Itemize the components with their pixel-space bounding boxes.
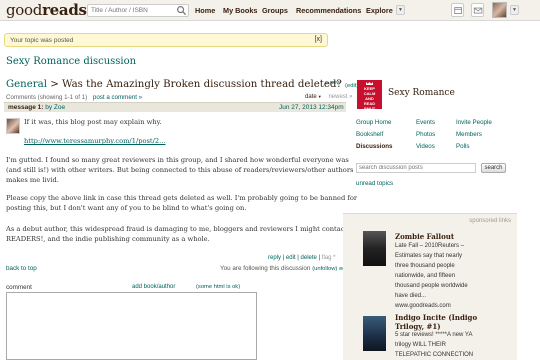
post-comment-link[interactable]: post a comment » (93, 94, 142, 101)
new-topic-link[interactable]: » new (325, 80, 340, 86)
comment-textarea[interactable] (6, 292, 257, 360)
nav-explore[interactable]: Explore (366, 6, 393, 15)
post-line-9: READERS!, and the indie publishing commu… (6, 235, 210, 243)
notifications-icon[interactable] (451, 3, 464, 17)
add-book-author-link[interactable]: add book/author (132, 284, 175, 290)
flash-notice: Your topic was posted [x] (4, 33, 328, 47)
unfollow-link[interactable]: (unfollow) (312, 266, 337, 272)
sort-newest[interactable]: newest » (328, 94, 352, 100)
book-cover-indigo-incite[interactable] (363, 316, 386, 351)
explore-dropdown-icon[interactable]: ▼ (396, 5, 405, 15)
flash-message: Your topic was posted (10, 37, 74, 44)
action-separator: | (282, 255, 285, 261)
post-line-3: I'm gutted. I found so many great review… (6, 156, 349, 164)
breadcrumb-separator: > (50, 79, 59, 90)
flag-link[interactable]: flag * (322, 255, 336, 261)
nav-my-books[interactable]: My Books (223, 6, 257, 15)
nav-recommendations[interactable]: Recommendations (296, 6, 361, 15)
book-desc-line: Late Fall – 2010Reuters – (395, 243, 465, 249)
group-discussion-title[interactable]: Sexy Romance discussion (6, 56, 136, 67)
action-separator: | (297, 255, 299, 261)
top-header: goodreads Home My Books Groups Recommend… (0, 0, 540, 21)
events-link[interactable]: Events (416, 119, 435, 126)
group-home-link[interactable]: Group Home (356, 119, 391, 126)
logo-bold-text: reads (42, 1, 87, 19)
post-line-2: http://www.teressamurphy.com/1/post/2... (24, 136, 166, 146)
edit-link[interactable]: edit (286, 255, 296, 261)
action-separator: | (318, 255, 321, 261)
sort-controls: date ▼ newest » (305, 94, 352, 100)
discussion-search-button[interactable]: search (481, 163, 506, 173)
unread-topics-link[interactable]: unread topics (356, 180, 393, 187)
back-to-top-link[interactable]: back to top (6, 265, 37, 272)
message-author-link[interactable]: by Zoe (45, 104, 65, 111)
book-desc-line: 5 star reviews! *****A new YA (395, 332, 473, 338)
group-image-word: SMUT (363, 106, 376, 111)
videos-link[interactable]: Videos (416, 143, 435, 150)
polls-link[interactable]: Polls (456, 143, 469, 150)
sort-date[interactable]: date (305, 94, 317, 100)
comments-count-line: Comments (showing 1-1 of 1) post a comme… (6, 94, 142, 101)
post-line-1: If it was, this blog post may explain wh… (24, 118, 162, 126)
photos-link[interactable]: Photos (416, 131, 435, 138)
nav-home[interactable]: Home (195, 6, 215, 15)
book-url[interactable]: www.goodreads.com (395, 302, 451, 312)
sponsored-links-panel: sponsored links Zombie Fallout Late Fall… (343, 213, 517, 360)
blog-post-link[interactable]: http://www.teressamurphy.com/1/post/2... (24, 137, 166, 145)
post-line-4: (and still is!) with other writers. But … (6, 166, 354, 174)
book-title[interactable]: Indigo Incite (Indigo (395, 313, 477, 322)
crown-icon (366, 82, 373, 85)
message-number: message 1: (8, 104, 44, 111)
book-desc-line: Estimates say that nearly (395, 253, 463, 259)
discussion-search-input[interactable] (356, 163, 476, 173)
delete-link[interactable]: delete (301, 255, 317, 261)
group-name[interactable]: Sexy Romance (388, 88, 455, 98)
post-line-7: posting this, but I don't want any of yo… (6, 204, 247, 212)
user-avatar[interactable] (492, 2, 507, 18)
sponsored-label: sponsored links (469, 218, 511, 224)
messages-icon[interactable] (471, 3, 484, 17)
thread-title-text: Was the Amazingly Broken discussion thre… (62, 79, 342, 90)
post-line-8: As a debut author, this widespread fraud… (6, 225, 350, 233)
bookshelf-link[interactable]: Bookshelf (356, 131, 383, 138)
post-actions: reply | edit | delete | flag * (268, 255, 335, 261)
flash-close-button[interactable]: [x] (315, 36, 322, 43)
book-desc-line: trilogy WILL THEIR (395, 342, 447, 348)
some-html-link[interactable]: (some html is ok) (196, 284, 240, 290)
message-label: message 1: by Zoe (8, 104, 65, 111)
breadcrumb-general[interactable]: General (6, 79, 47, 90)
profile-dropdown-icon[interactable]: ▼ (510, 5, 519, 15)
members-link[interactable]: Members (456, 131, 482, 138)
message-header-bar: message 1: by Zoe Jun 27, 2013 12:34pm (4, 102, 346, 112)
poster-avatar[interactable] (6, 118, 20, 134)
search-icon[interactable] (176, 5, 187, 16)
logo-light-text: good (6, 1, 43, 19)
book-desc-line: nationwide, and fifteen (395, 273, 456, 279)
book-desc-line: have died... (395, 293, 427, 299)
nav-groups[interactable]: Groups (262, 6, 288, 15)
book-cover-zombie-fallout[interactable] (363, 231, 386, 266)
book-title-line-2[interactable]: Trilogy, #1) (395, 322, 441, 331)
post-line-5: makes me livid. (6, 176, 59, 184)
book-title[interactable]: Zombie Fallout (395, 232, 454, 241)
reply-link[interactable]: reply (268, 255, 281, 261)
post-line-6: Please copy the above link in case this … (6, 194, 358, 202)
invite-people-link[interactable]: Invite People (456, 119, 492, 126)
site-search-input[interactable] (87, 4, 189, 17)
book-desc-line: TELEPATHIC CONNECTION (395, 352, 474, 358)
following-text: You are following this discussion (220, 265, 311, 272)
book-desc-line: thousand people worldwide (395, 283, 468, 289)
comment-label: comment (6, 284, 32, 291)
goodreads-logo[interactable]: goodreads (6, 1, 87, 19)
following-status: You are following this discussion (unfol… (220, 265, 348, 272)
message-date-link[interactable]: Jun 27, 2013 12:34pm (279, 104, 344, 111)
discussions-link[interactable]: Discussions (356, 143, 392, 150)
group-image[interactable]: KEEP CALM AND READ SMUT (357, 80, 382, 111)
thread-title: General > Was the Amazingly Broken discu… (6, 79, 358, 90)
book-desc-line: three thousand people (395, 263, 455, 269)
comments-count: Comments (showing 1-1 of 1) (6, 94, 88, 101)
sort-arrow-icon: ▼ (316, 94, 322, 99)
